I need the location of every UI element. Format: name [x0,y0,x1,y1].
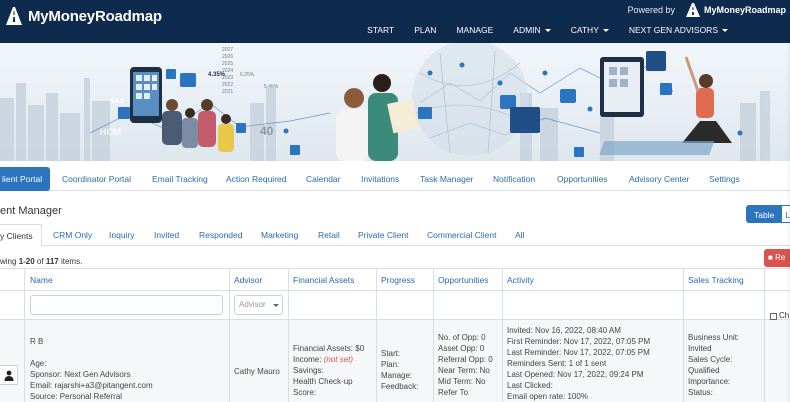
advisor-filter-select[interactable]: Advisor [234,295,283,315]
client-age: Age: [30,359,47,368]
column-header-sales-tracking[interactable]: Sales Tracking [688,275,744,285]
financial-assets-cell: Financial Assets: $0 Income: (not set) S… [293,344,365,397]
subtab-invited[interactable]: Invited [154,224,179,246]
table-view-button[interactable]: Table [746,205,783,223]
svg-text:2021: 2021 [222,89,233,95]
subtab-crm-only[interactable]: CRM Only [53,224,92,246]
main-nav: START PLAN MANAGE ADMIN CATHY NEXT GEN A… [347,25,728,35]
tab-calendar[interactable]: Calendar [306,167,341,191]
client-avatar[interactable] [0,365,18,385]
powered-by-label: Powered by [627,5,675,15]
nav-plan[interactable]: PLAN [414,25,436,35]
page-edge-shadow [786,0,790,402]
tab-client-portal[interactable]: lient Portal [0,167,51,191]
nav-manage[interactable]: MANAGE [456,25,493,35]
hero-banner: 2027 2026 2025 2024 2023 2022 2021 4.35%… [0,43,790,161]
tab-notification[interactable]: Notification [493,167,535,191]
banner-illustration: 2027 2026 2025 2024 2023 2022 2021 4.35%… [0,43,770,161]
powered-by-logo-icon [685,3,700,17]
nav-user-cathy[interactable]: CATHY [571,25,609,35]
subtab-all[interactable]: All [515,224,524,246]
subtab-marketing[interactable]: Marketing [261,224,298,246]
brand-name: MyMoneyRoadmap [28,7,162,25]
page-title: ent Manager [0,205,62,217]
tab-action-required[interactable]: Action Required [226,167,286,191]
name-filter-input[interactable] [30,295,223,315]
clients-table: Name Advisor Financial Assets Progress O… [0,268,790,402]
nav-start[interactable]: START [367,25,394,35]
tab-email-tracking[interactable]: Email Tracking [152,167,208,191]
client-email: Email: rajarshi+a3@pitangent.com [30,381,153,390]
column-header-activity[interactable]: Activity [507,275,534,285]
column-header-opportunities[interactable]: Opportunities [438,275,489,285]
table-filter-row: Advisor Ch [0,291,790,320]
subtab-private-client[interactable]: Private Client [358,224,409,246]
client-name[interactable]: R B [30,336,153,347]
subtab-responded[interactable]: Responded [199,224,242,246]
tab-advisory-center[interactable]: Advisory Center [629,167,689,191]
progress-cell: Start: Plan: Manage: Feedback: [381,349,419,391]
nav-admin[interactable]: ADMIN [513,25,551,35]
activity-cell: Invited: Nov 16, 2022, 08:40 AM First Re… [507,326,651,401]
column-header-financial-assets[interactable]: Financial Assets [293,275,354,285]
svg-text:2022: 2022 [222,82,233,88]
tab-task-manager[interactable]: Task Manager [420,167,473,191]
module-tabs: lient Portal Coordinator Portal Email Tr… [0,167,790,191]
svg-text:SOLD: SOLD [110,99,124,105]
column-header-name[interactable]: Name [30,275,53,285]
subtab-retail[interactable]: Retail [318,224,340,246]
chevron-down-icon [272,303,279,307]
svg-text:5.45%: 5.45% [264,84,279,90]
sales-tracking-cell: Business Unit: Invited Sales Cycle: Qual… [688,333,740,397]
svg-text:HOM: HOM [100,127,121,137]
opportunities-cell: No. of Opp: 0 Asset Opp: 0 Referral Opp:… [438,333,493,397]
nav-organization[interactable]: NEXT GEN ADVISORS [629,25,728,35]
tab-settings[interactable]: Settings [709,167,740,191]
top-navbar: MyMoneyRoadmap Powered by MyMoneyRoadmap… [0,0,790,43]
client-sponsor: Sponsor: Next Gen Advisors [30,370,131,379]
subtab-commercial-client[interactable]: Commercial Client [427,224,496,246]
income-not-set: (not set) [323,355,354,364]
svg-text:2027: 2027 [222,47,233,53]
caret-down-icon [602,28,609,32]
client-name-cell: R B Age: Sponsor: Next Gen Advisors Emai… [30,336,153,402]
subtab-inquiry[interactable]: Inquiry [109,224,135,246]
client-source: Source: Personal Referral [30,392,123,401]
powered-by-brand: MyMoneyRoadmap [703,5,786,15]
caret-down-icon [722,28,728,32]
select-all-checkbox[interactable] [770,313,777,320]
table-row[interactable]: R B Age: Sponsor: Next Gen Advisors Emai… [0,320,790,402]
pagination-summary: wing 1-20 of 117 items. [0,257,83,266]
client-filter-tabs: y Clients CRM Only Inquiry Invited Respo… [0,224,790,247]
table-header-row: Name Advisor Financial Assets Progress O… [0,268,790,291]
brand-logo[interactable]: MyMoneyRoadmap [4,5,162,27]
trash-icon: ■ [768,253,773,262]
subtab-my-clients[interactable]: y Clients [0,224,42,247]
column-header-advisor[interactable]: Advisor [234,275,262,285]
view-toggle: Table L [746,205,790,223]
svg-text:2026: 2026 [222,54,233,60]
powered-by: Powered by MyMoneyRoadmap [627,2,786,18]
tab-opportunities[interactable]: Opportunities [557,167,608,191]
column-header-progress[interactable]: Progress [381,275,415,285]
svg-text:2025: 2025 [222,61,233,67]
user-icon [4,370,13,381]
advisor-cell: Cathy Mauro [234,367,280,376]
svg-text:6.25%: 6.25% [240,72,255,78]
svg-text:4.35%: 4.35% [208,72,226,78]
tab-coordinator-portal[interactable]: Coordinator Portal [62,167,131,191]
caret-down-icon [544,28,551,32]
tab-invitations[interactable]: Invitations [361,167,399,191]
svg-text:40: 40 [260,124,274,138]
roadmap-logo-icon [4,5,24,27]
